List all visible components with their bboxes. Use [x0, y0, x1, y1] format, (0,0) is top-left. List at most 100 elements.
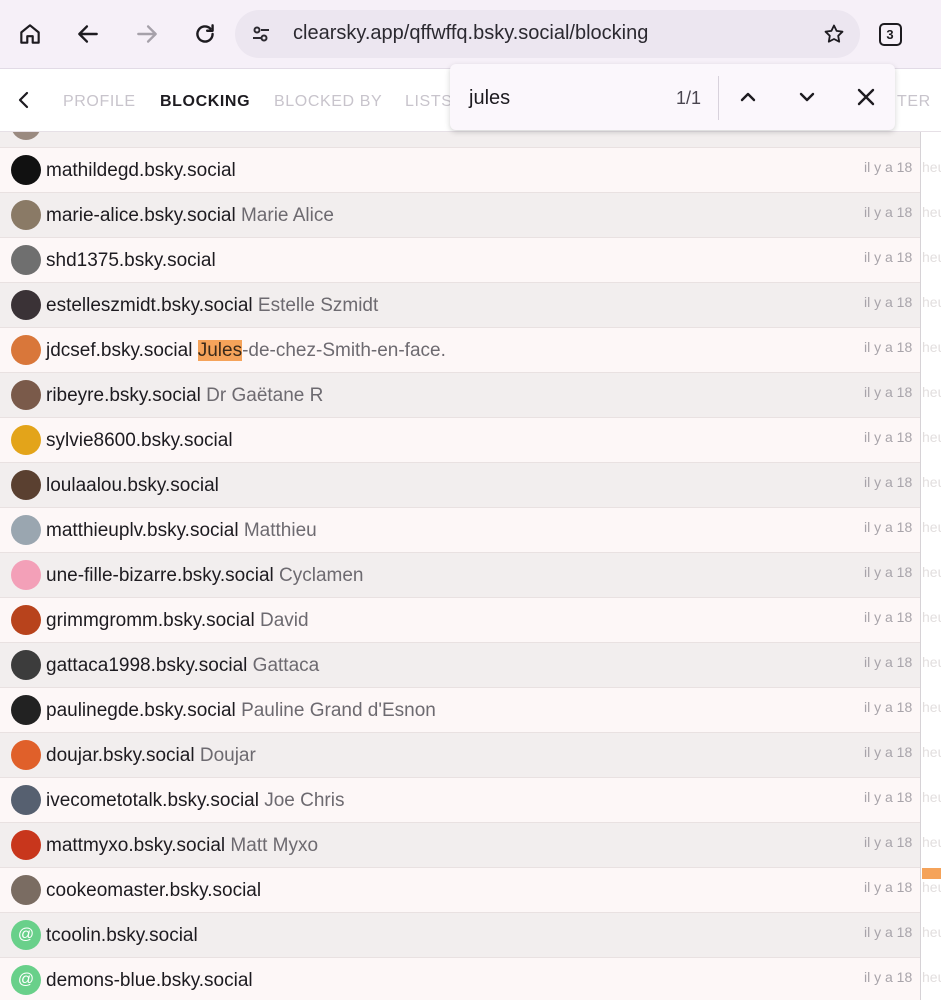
user-entry[interactable]: paulinegde.bsky.social Pauline Grand d'E… — [46, 700, 436, 722]
list-item[interactable]: ribeyre.bsky.social Dr Gaëtane R il y a 1… — [0, 373, 920, 418]
avatar[interactable] — [11, 245, 41, 275]
handle[interactable]: gattaca1998.bsky.social — [46, 655, 247, 676]
avatar[interactable] — [11, 830, 41, 860]
avatar[interactable]: @ — [11, 920, 41, 950]
user-entry[interactable]: jdcsef.bsky.social Jules-de-chez-Smith-e… — [46, 340, 446, 362]
avatar[interactable] — [11, 650, 41, 680]
close-icon[interactable] — [846, 77, 886, 117]
list-item[interactable]: shd1375.bsky.social il y a 18 — [0, 238, 920, 283]
handle[interactable]: matthieuplv.bsky.social — [46, 520, 239, 541]
handle[interactable]: shd1375.bsky.social — [46, 250, 216, 271]
avatar[interactable] — [11, 785, 41, 815]
handle[interactable]: mattmyxo.bsky.social — [46, 835, 225, 856]
list-item[interactable]: cookeomaster.bsky.social il y a 18 — [0, 868, 920, 913]
user-entry[interactable]: loulaalou.bsky.social — [46, 475, 219, 497]
handle[interactable]: estelleszmidt.bsky.social — [46, 295, 253, 316]
user-entry[interactable]: tcoolin.bsky.social — [46, 925, 198, 947]
user-entry[interactable]: grimmgromm.bsky.social David — [46, 610, 309, 632]
list-item[interactable]: loulaalou.bsky.social il y a 18 — [0, 463, 920, 508]
handle[interactable]: tcoolin.bsky.social — [46, 925, 198, 946]
avatar[interactable] — [11, 875, 41, 905]
avatar[interactable] — [11, 740, 41, 770]
handle[interactable]: une-fille-bizarre.bsky.social — [46, 565, 274, 586]
display-name: Joe Chris — [264, 790, 345, 811]
avatar[interactable] — [11, 335, 41, 365]
avatar[interactable] — [11, 515, 41, 545]
handle[interactable]: paulinegde.bsky.social — [46, 700, 236, 721]
tab-switcher-icon[interactable]: 3 — [866, 10, 914, 58]
list-item[interactable]: ivecometotalk.bsky.social Joe Chris il y … — [0, 778, 920, 823]
scrollbar[interactable]: heu heu heu heu heu heu heu heu heu heu heu heu heu h… — [920, 132, 941, 1000]
tab-blocked-by[interactable]: BLOCKED BY — [274, 93, 382, 111]
handle[interactable]: doujar.bsky.social — [46, 745, 195, 766]
user-entry[interactable]: sylvie8600.bsky.social — [46, 430, 233, 452]
user-entry[interactable]: gattaca1998.bsky.social Gattaca — [46, 655, 319, 677]
list-item[interactable]: matthieuplv.bsky.social Matthieu il y a 1… — [0, 508, 920, 553]
address-bar[interactable]: clearsky.app/qffwffq.bsky.social/blockin… — [235, 10, 860, 58]
user-entry[interactable]: ribeyre.bsky.social Dr Gaëtane R — [46, 385, 323, 407]
avatar[interactable] — [11, 470, 41, 500]
chevron-left-icon[interactable] — [12, 88, 36, 117]
list-item[interactable]: sylvie8600.bsky.social il y a 18 — [0, 418, 920, 463]
list-item[interactable]: estelleszmidt.bsky.social Estelle Szmidt… — [0, 283, 920, 328]
handle[interactable]: cookeomaster.bsky.social — [46, 880, 261, 901]
user-entry[interactable]: mattmyxo.bsky.social Matt Myxo — [46, 835, 318, 857]
chevron-down-icon[interactable] — [787, 77, 827, 117]
handle[interactable]: mathildegd.bsky.social — [46, 160, 236, 181]
tab-profile[interactable]: PROFILE — [63, 93, 136, 111]
back-icon[interactable] — [64, 10, 112, 58]
reload-icon[interactable] — [181, 10, 229, 58]
user-entry[interactable]: marie-alice.bsky.social Marie Alice — [46, 205, 334, 227]
tab-partial[interactable]: TER — [897, 93, 931, 111]
list-item[interactable]: doujar.bsky.social Doujar il y a 18 — [0, 733, 920, 778]
avatar[interactable] — [11, 290, 41, 320]
handle[interactable]: jdcsef.bsky.social — [46, 340, 192, 361]
list-item[interactable]: grimmgromm.bsky.social David il y a 18 — [0, 598, 920, 643]
handle[interactable]: sylvie8600.bsky.social — [46, 430, 233, 451]
avatar[interactable] — [11, 425, 41, 455]
list-item[interactable]: @ demons-blue.bsky.social il y a 18 — [0, 958, 920, 1000]
list-item[interactable]: mathildegd.bsky.social il y a 18 — [0, 148, 920, 193]
user-entry[interactable]: une-fille-bizarre.bsky.social Cyclamen — [46, 565, 364, 587]
tab-blocking[interactable]: BLOCKING — [160, 93, 250, 111]
user-entry[interactable]: estelleszmidt.bsky.social Estelle Szmidt — [46, 295, 378, 317]
list-item[interactable]: @ tcoolin.bsky.social il y a 18 — [0, 913, 920, 958]
list-item[interactable]: gattaca1998.bsky.social Gattaca il y a 18 — [0, 643, 920, 688]
divider — [718, 76, 719, 120]
find-match-marker — [922, 868, 941, 879]
handle[interactable]: demons-blue.bsky.social — [46, 970, 253, 991]
user-entry[interactable]: demons-blue.bsky.social — [46, 970, 253, 992]
forward-icon[interactable] — [123, 10, 171, 58]
tune-icon[interactable] — [249, 22, 273, 51]
user-entry[interactable]: doujar.bsky.social Doujar — [46, 745, 256, 767]
avatar[interactable] — [11, 200, 41, 230]
list-item[interactable]: marie-alice.bsky.social Marie Alice il y … — [0, 193, 920, 238]
avatar[interactable] — [11, 560, 41, 590]
timestamp-overflow: heu — [922, 699, 941, 715]
star-icon[interactable] — [822, 22, 846, 51]
user-entry[interactable]: cookeomaster.bsky.social — [46, 880, 261, 902]
user-entry[interactable]: mathildegd.bsky.social — [46, 160, 236, 182]
chevron-up-icon[interactable] — [728, 77, 768, 117]
handle[interactable]: grimmgromm.bsky.social — [46, 610, 255, 631]
tab-lists[interactable]: LISTS — [405, 93, 452, 111]
list-item[interactable]: mattmyxo.bsky.social Matt Myxo il y a 18 — [0, 823, 920, 868]
handle[interactable]: ribeyre.bsky.social — [46, 385, 201, 406]
user-entry[interactable]: ivecometotalk.bsky.social Joe Chris — [46, 790, 344, 812]
user-entry[interactable]: shd1375.bsky.social — [46, 250, 216, 272]
avatar[interactable] — [11, 380, 41, 410]
handle[interactable]: loulaalou.bsky.social — [46, 475, 219, 496]
user-entry[interactable]: matthieuplv.bsky.social Matthieu — [46, 520, 317, 542]
find-input[interactable]: jules — [469, 87, 510, 110]
home-icon[interactable] — [6, 10, 54, 58]
list-item[interactable]: paulinegde.bsky.social Pauline Grand d'E… — [0, 688, 920, 733]
list-item[interactable]: jdcsef.bsky.social Jules-de-chez-Smith-e… — [0, 328, 920, 373]
avatar[interactable] — [11, 155, 41, 185]
list-item[interactable]: une-fille-bizarre.bsky.social Cyclamen il… — [0, 553, 920, 598]
handle[interactable]: ivecometotalk.bsky.social — [46, 790, 259, 811]
avatar[interactable] — [11, 695, 41, 725]
url-text[interactable]: clearsky.app/qffwffq.bsky.social/blockin… — [293, 22, 648, 45]
handle[interactable]: marie-alice.bsky.social — [46, 205, 236, 226]
avatar[interactable] — [11, 605, 41, 635]
avatar[interactable]: @ — [11, 965, 41, 995]
